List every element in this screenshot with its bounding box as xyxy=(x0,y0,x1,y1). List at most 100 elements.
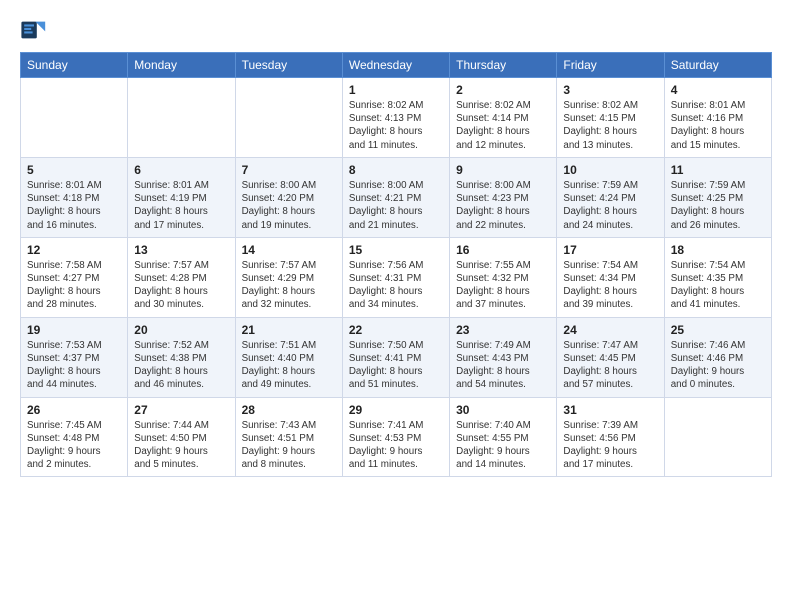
calendar-table: SundayMondayTuesdayWednesdayThursdayFrid… xyxy=(20,52,772,477)
calendar-cell: 8Sunrise: 8:00 AM Sunset: 4:21 PM Daylig… xyxy=(342,157,449,237)
cell-content: Sunrise: 7:54 AM Sunset: 4:34 PM Dayligh… xyxy=(563,259,657,312)
calendar-cell: 27 Sunrise: 7:44 AM Sunset: 4:50 PM Dayli… xyxy=(128,397,235,477)
calendar-cell: 10 Sunrise: 7:59 AM Sunset: 4:24 PM Dayli… xyxy=(557,157,664,237)
cell-content: Sunrise: 8:02 AM Sunset: 4:14 PM Dayligh… xyxy=(456,99,550,152)
cell-content: Sunrise: 7:59 AM Sunset: 4:25 PM Dayligh… xyxy=(671,179,765,232)
date-number: 29 xyxy=(349,403,443,417)
date-number: 17 xyxy=(563,243,657,257)
calendar-cell: 15 Sunrise: 7:56 AM Sunset: 4:31 PM Dayli… xyxy=(342,237,449,317)
cell-content: Sunrise: 7:39 AM Sunset: 4:56 PM Dayligh… xyxy=(563,419,657,472)
cell-content: Sunrise: 8:00 AM Sunset: 4:23 PM Dayligh… xyxy=(456,179,550,232)
date-number: 23 xyxy=(456,323,550,337)
date-number: 13 xyxy=(134,243,228,257)
date-number: 22 xyxy=(349,323,443,337)
cell-content: Sunrise: 7:58 AM Sunset: 4:27 PM Dayligh… xyxy=(27,259,121,312)
cell-content: Sunrise: 8:00 AM Sunset: 4:21 PM Dayligh… xyxy=(349,179,443,232)
week-row-2: 12 Sunrise: 7:58 AM Sunset: 4:27 PM Dayli… xyxy=(21,237,772,317)
day-header-saturday: Saturday xyxy=(664,53,771,78)
calendar-cell: 24 Sunrise: 7:47 AM Sunset: 4:45 PM Dayli… xyxy=(557,317,664,397)
date-number: 16 xyxy=(456,243,550,257)
cell-content: Sunrise: 7:44 AM Sunset: 4:50 PM Dayligh… xyxy=(134,419,228,472)
week-row-4: 26Sunrise: 7:45 AM Sunset: 4:48 PM Dayli… xyxy=(21,397,772,477)
calendar-cell: 21 Sunrise: 7:51 AM Sunset: 4:40 PM Dayli… xyxy=(235,317,342,397)
cell-content: Sunrise: 8:01 AM Sunset: 4:19 PM Dayligh… xyxy=(134,179,228,232)
cell-content: Sunrise: 7:56 AM Sunset: 4:31 PM Dayligh… xyxy=(349,259,443,312)
cell-content: Sunrise: 7:49 AM Sunset: 4:43 PM Dayligh… xyxy=(456,339,550,392)
day-header-tuesday: Tuesday xyxy=(235,53,342,78)
calendar-cell: 28 Sunrise: 7:43 AM Sunset: 4:51 PM Dayli… xyxy=(235,397,342,477)
logo xyxy=(20,16,52,44)
cell-content: Sunrise: 8:01 AM Sunset: 4:16 PM Dayligh… xyxy=(671,99,765,152)
cell-content: Sunrise: 8:02 AM Sunset: 4:13 PM Dayligh… xyxy=(349,99,443,152)
calendar-cell: 23 Sunrise: 7:49 AM Sunset: 4:43 PM Dayli… xyxy=(450,317,557,397)
date-number: 30 xyxy=(456,403,550,417)
date-number: 27 xyxy=(134,403,228,417)
day-header-friday: Friday xyxy=(557,53,664,78)
date-number: 9 xyxy=(456,163,550,177)
cell-content: Sunrise: 8:02 AM Sunset: 4:15 PM Dayligh… xyxy=(563,99,657,152)
calendar-cell: 29 Sunrise: 7:41 AM Sunset: 4:53 PM Dayli… xyxy=(342,397,449,477)
calendar-cell: 11 Sunrise: 7:59 AM Sunset: 4:25 PM Dayli… xyxy=(664,157,771,237)
cell-content: Sunrise: 7:59 AM Sunset: 4:24 PM Dayligh… xyxy=(563,179,657,232)
cell-content: Sunrise: 7:55 AM Sunset: 4:32 PM Dayligh… xyxy=(456,259,550,312)
date-number: 26 xyxy=(27,403,121,417)
cell-content: Sunrise: 7:51 AM Sunset: 4:40 PM Dayligh… xyxy=(242,339,336,392)
date-number: 19 xyxy=(27,323,121,337)
date-number: 4 xyxy=(671,83,765,97)
date-number: 3 xyxy=(563,83,657,97)
date-number: 21 xyxy=(242,323,336,337)
cell-content: Sunrise: 7:43 AM Sunset: 4:51 PM Dayligh… xyxy=(242,419,336,472)
cell-content: Sunrise: 7:57 AM Sunset: 4:28 PM Dayligh… xyxy=(134,259,228,312)
calendar-cell: 16 Sunrise: 7:55 AM Sunset: 4:32 PM Dayli… xyxy=(450,237,557,317)
date-number: 1 xyxy=(349,83,443,97)
calendar-cell: 26Sunrise: 7:45 AM Sunset: 4:48 PM Dayli… xyxy=(21,397,128,477)
date-number: 18 xyxy=(671,243,765,257)
calendar-cell: 9 Sunrise: 8:00 AM Sunset: 4:23 PM Daylig… xyxy=(450,157,557,237)
day-header-sunday: Sunday xyxy=(21,53,128,78)
date-number: 28 xyxy=(242,403,336,417)
cell-content: Sunrise: 7:46 AM Sunset: 4:46 PM Dayligh… xyxy=(671,339,765,392)
cell-content: Sunrise: 7:47 AM Sunset: 4:45 PM Dayligh… xyxy=(563,339,657,392)
week-row-0: 1 Sunrise: 8:02 AM Sunset: 4:13 PM Daylig… xyxy=(21,78,772,158)
cell-content: Sunrise: 8:00 AM Sunset: 4:20 PM Dayligh… xyxy=(242,179,336,232)
cell-content: Sunrise: 7:52 AM Sunset: 4:38 PM Dayligh… xyxy=(134,339,228,392)
calendar-cell xyxy=(128,78,235,158)
calendar-cell: 2 Sunrise: 8:02 AM Sunset: 4:14 PM Daylig… xyxy=(450,78,557,158)
date-number: 31 xyxy=(563,403,657,417)
calendar-cell: 12 Sunrise: 7:58 AM Sunset: 4:27 PM Dayli… xyxy=(21,237,128,317)
calendar-cell: 19Sunrise: 7:53 AM Sunset: 4:37 PM Dayli… xyxy=(21,317,128,397)
page: SundayMondayTuesdayWednesdayThursdayFrid… xyxy=(0,0,792,612)
calendar-cell: 4 Sunrise: 8:01 AM Sunset: 4:16 PM Daylig… xyxy=(664,78,771,158)
calendar-cell: 5 Sunrise: 8:01 AM Sunset: 4:18 PM Daylig… xyxy=(21,157,128,237)
week-row-3: 19Sunrise: 7:53 AM Sunset: 4:37 PM Dayli… xyxy=(21,317,772,397)
cell-content: Sunrise: 7:57 AM Sunset: 4:29 PM Dayligh… xyxy=(242,259,336,312)
calendar-cell: 13 Sunrise: 7:57 AM Sunset: 4:28 PM Dayli… xyxy=(128,237,235,317)
date-number: 14 xyxy=(242,243,336,257)
date-number: 12 xyxy=(27,243,121,257)
day-header-monday: Monday xyxy=(128,53,235,78)
cell-content: Sunrise: 7:50 AM Sunset: 4:41 PM Dayligh… xyxy=(349,339,443,392)
cell-content: Sunrise: 7:54 AM Sunset: 4:35 PM Dayligh… xyxy=(671,259,765,312)
date-number: 11 xyxy=(671,163,765,177)
date-number: 10 xyxy=(563,163,657,177)
calendar-cell: 22 Sunrise: 7:50 AM Sunset: 4:41 PM Dayli… xyxy=(342,317,449,397)
header xyxy=(20,16,772,44)
date-number: 24 xyxy=(563,323,657,337)
calendar-cell: 30 Sunrise: 7:40 AM Sunset: 4:55 PM Dayli… xyxy=(450,397,557,477)
calendar-cell xyxy=(235,78,342,158)
calendar-cell: 14 Sunrise: 7:57 AM Sunset: 4:29 PM Dayli… xyxy=(235,237,342,317)
week-row-1: 5 Sunrise: 8:01 AM Sunset: 4:18 PM Daylig… xyxy=(21,157,772,237)
date-number: 5 xyxy=(27,163,121,177)
cell-content: Sunrise: 7:41 AM Sunset: 4:53 PM Dayligh… xyxy=(349,419,443,472)
date-number: 20 xyxy=(134,323,228,337)
calendar-cell: 3 Sunrise: 8:02 AM Sunset: 4:15 PM Daylig… xyxy=(557,78,664,158)
calendar-cell: 25Sunrise: 7:46 AM Sunset: 4:46 PM Dayli… xyxy=(664,317,771,397)
date-number: 2 xyxy=(456,83,550,97)
cell-content: Sunrise: 8:01 AM Sunset: 4:18 PM Dayligh… xyxy=(27,179,121,232)
cell-content: Sunrise: 7:40 AM Sunset: 4:55 PM Dayligh… xyxy=(456,419,550,472)
date-number: 15 xyxy=(349,243,443,257)
calendar-cell: 1 Sunrise: 8:02 AM Sunset: 4:13 PM Daylig… xyxy=(342,78,449,158)
calendar-cell: 31 Sunrise: 7:39 AM Sunset: 4:56 PM Dayli… xyxy=(557,397,664,477)
calendar-cell: 7Sunrise: 8:00 AM Sunset: 4:20 PM Daylig… xyxy=(235,157,342,237)
day-header-wednesday: Wednesday xyxy=(342,53,449,78)
